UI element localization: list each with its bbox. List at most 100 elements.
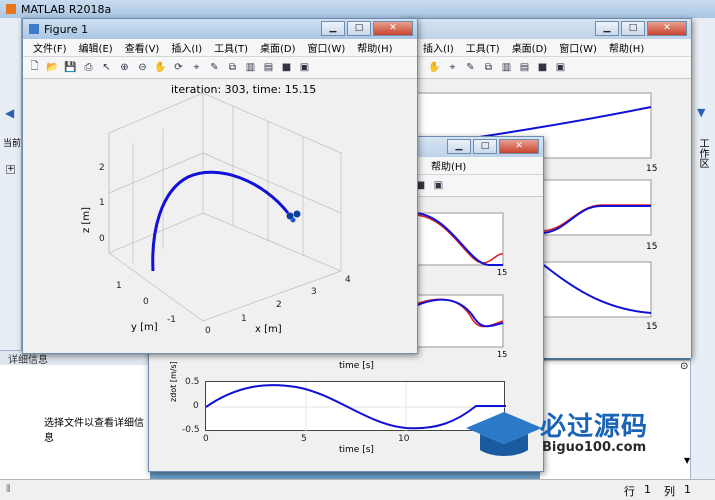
dock-icon[interactable]: ▣ [553,60,568,75]
print-icon[interactable]: ⎙ [81,60,96,75]
save-icon[interactable]: 💾 [63,60,78,75]
zoom-in-icon[interactable]: ⊕ [117,60,132,75]
status-grip-icon: ⦀ [6,484,11,495]
svg-text:15: 15 [646,164,657,174]
maximize-button[interactable]: □ [473,139,497,154]
maximize-button[interactable]: □ [621,21,645,36]
menu-window[interactable]: 窗口(W) [553,40,603,55]
brush-icon[interactable]: ✎ [207,60,222,75]
close-button[interactable]: ✕ [647,21,687,36]
menu-desktop[interactable]: 桌面(D) [506,40,554,55]
hide-tools-icon[interactable]: ■ [279,60,294,75]
zdot-ylabel: zdot [m/s] [169,361,178,402]
details-message: 选择文件以查看详细信息 [44,418,144,444]
menu-file[interactable]: 文件(F) [27,40,73,55]
main-left-strip: ◀ 当前 + [0,18,22,358]
pan-icon[interactable]: ✋ [427,60,442,75]
colorbar-icon[interactable]: ▥ [499,60,514,75]
expand-icon[interactable]: + [6,165,15,174]
hide-tools-icon[interactable]: ■ [535,60,550,75]
menu-tools[interactable]: 工具(T) [460,40,506,55]
workspace-tab[interactable]: 工作区 [695,138,710,168]
maximize-button[interactable]: □ [347,21,371,36]
row-label: 行 [624,485,635,498]
zdot-xtick-5: 5 [301,434,307,444]
menu-edit[interactable]: 编辑(E) [73,40,119,55]
z-tick-2: 2 [99,163,105,173]
col-label: 列 [664,485,675,498]
zoom-out-icon[interactable]: ⊖ [135,60,150,75]
pan-icon[interactable]: ✋ [153,60,168,75]
open-icon[interactable]: 📂 [45,60,60,75]
svg-text:15: 15 [646,322,657,332]
menu-help[interactable]: 帮助(H) [425,158,472,173]
new-figure-icon[interactable]: 🗋 [27,60,42,75]
y-tick-1: 1 [116,281,122,291]
menu-help[interactable]: 帮助(H) [351,40,398,55]
menu-insert[interactable]: 插入(I) [417,40,460,55]
legend-icon[interactable]: ▤ [517,60,532,75]
scroll-down-icon[interactable]: ▼ [684,456,690,465]
watermark-main: 必过源码 [540,412,649,442]
graduation-cap-icon [466,412,542,456]
current-folder-partial-label: 当前 [3,139,22,149]
menu-window[interactable]: 窗口(W) [302,40,352,55]
link-icon[interactable]: ⧉ [225,60,240,75]
menu-desktop[interactable]: 桌面(D) [254,40,302,55]
data-cursor-icon[interactable]: ⌖ [445,60,460,75]
x-axis-label: x [m] [255,324,282,335]
brush-icon[interactable]: ✎ [463,60,478,75]
dock-icon[interactable]: ▣ [431,178,446,193]
data-cursor-icon[interactable]: ⌖ [189,60,204,75]
link-icon[interactable]: ⧉ [481,60,496,75]
minimize-button[interactable]: ▁ [321,21,345,36]
back-arrow-icon[interactable]: ◀ [5,106,14,120]
figure1-menubar: 文件(F) 编辑(E) 查看(V) 插入(I) 工具(T) 桌面(D) 窗口(W… [23,39,417,57]
y-tick-0: 0 [143,297,149,307]
zdot-xtick-0: 0 [203,434,209,444]
menu-view[interactable]: 查看(V) [119,40,166,55]
zdot-chart [205,382,506,432]
mid-small-tick-1: 15 [497,268,507,277]
figure1-toolbar: 🗋 📂 💾 ⎙ ↖ ⊕ ⊖ ✋ ⟳ ⌖ ✎ ⧉ ▥ ▤ ■ ▣ [23,57,417,79]
zdot-ytick-bot: -0.5 [182,425,200,435]
back-figure-titlebar: ▁ □ ✕ [401,19,691,39]
x-tick-1: 1 [241,314,247,324]
z-axis-label: z [m] [81,207,92,233]
zdot-xlabel: time [s] [339,445,374,455]
mid-small-tick-2: 15 [497,350,507,359]
x-tick-4: 4 [345,275,351,285]
panel-menu-icon[interactable]: ⊙ [680,361,688,372]
menu-insert[interactable]: 插入(I) [165,40,208,55]
x-tick-2: 2 [276,300,282,310]
matlab-titlebar: MATLAB R2018a [0,0,715,18]
watermark: 必过源码 Biguo100.com [462,404,682,464]
select-arrow-icon[interactable]: ↖ [99,60,114,75]
colorbar-icon[interactable]: ▥ [243,60,258,75]
matlab-logo-icon [6,4,16,14]
minimize-button[interactable]: ▁ [595,21,619,36]
y-tick-neg1: -1 [167,315,176,325]
figure-icon [29,24,39,34]
z-tick-1: 1 [99,198,105,208]
close-button[interactable]: ✕ [373,21,413,36]
legend-icon[interactable]: ▤ [261,60,276,75]
app-title: MATLAB R2018a [21,2,112,16]
zdot-plot [205,381,506,432]
menu-help[interactable]: 帮助(H) [603,40,650,55]
menu-tools[interactable]: 工具(T) [208,40,254,55]
y-axis-label: y [m] [131,322,158,333]
mid-xlabel-top: time [s] [339,361,374,371]
row-value: 1 [644,483,651,496]
x-tick-3: 3 [311,287,317,297]
minimize-button[interactable]: ▁ [447,139,471,154]
rotate-icon[interactable]: ⟳ [171,60,186,75]
dock-icon[interactable]: ▣ [297,60,312,75]
zdot-xtick-10: 10 [398,434,410,444]
collapse-arrow-icon[interactable]: ▼ [697,106,705,119]
right-panel: ▼ 工作区 [690,18,715,479]
close-button[interactable]: ✕ [499,139,539,154]
back-figure-menubar: 插入(I) 工具(T) 桌面(D) 窗口(W) 帮助(H) [401,39,691,57]
figure1-canvas: iteration: 303, time: 15.15 2 1 0 z [m] … [23,81,417,353]
x-tick-0: 0 [205,326,211,336]
